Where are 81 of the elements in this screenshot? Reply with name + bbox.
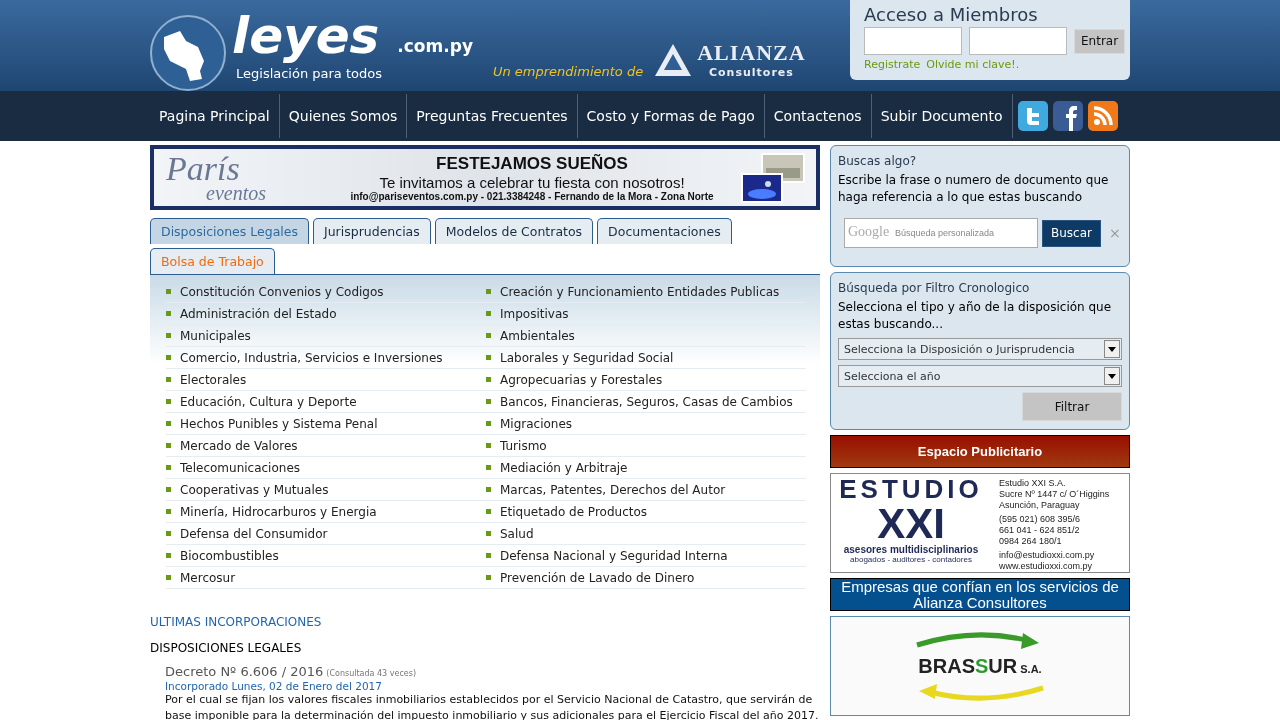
category-tab[interactable]: Disposiciones Legales bbox=[150, 218, 309, 244]
category-link[interactable]: Constitución Convenios y Codigos bbox=[166, 281, 486, 303]
category-link[interactable]: Mercado de Valores bbox=[166, 435, 486, 457]
document-title[interactable]: Decreto Nº 6.606 / 2016 bbox=[165, 664, 324, 679]
nav-link[interactable]: Pagina Principal bbox=[150, 94, 280, 138]
login-title: Acceso a Miembros bbox=[864, 4, 1039, 25]
category-tab[interactable]: Jurisprudencias bbox=[313, 218, 431, 244]
category-link[interactable]: Prevención de Lavado de Dinero bbox=[486, 567, 806, 589]
username-field[interactable] bbox=[864, 27, 962, 55]
banner-headline: FESTEJAMOS SUEÑOS bbox=[436, 153, 628, 174]
category-link[interactable]: Etiquetado de Productos bbox=[486, 501, 806, 523]
nav-link[interactable]: Costo y Formas de Pago bbox=[577, 94, 765, 138]
category-link[interactable]: Defensa Nacional y Seguridad Interna bbox=[486, 545, 806, 567]
ad-slogan: asesores multidisciplinarios bbox=[843, 544, 979, 555]
panel-text: Selecciona el tipo y año de la disposición que estas buscando... bbox=[838, 299, 1113, 333]
latest-section: DISPOSICIONES LEGALES bbox=[150, 641, 820, 655]
category-tab[interactable]: Modelos de Contratos bbox=[434, 218, 594, 244]
site-domain: .com.py bbox=[397, 36, 473, 56]
category-link[interactable]: Impositivas bbox=[486, 303, 806, 325]
document-date: Incorporado Lunes, 02 de Enero del 2017 bbox=[165, 680, 383, 692]
ad-brand-big: XXI bbox=[877, 504, 945, 544]
category-link[interactable]: Minería, Hidrocarburos y Energia bbox=[166, 501, 486, 523]
category-link[interactable]: Administración del Estado bbox=[166, 303, 486, 325]
partner-logo-name: ALIANZA bbox=[697, 40, 806, 66]
category-link[interactable]: Turismo bbox=[486, 435, 806, 457]
bird-icon[interactable] bbox=[1017, 101, 1048, 131]
category-link[interactable]: Agropecuarias y Forestales bbox=[486, 369, 806, 391]
banner-text: Te invitamos a celebrar tu fiesta con nosotros! bbox=[379, 173, 685, 191]
ad-address: Estudio XXI S.A. Sucre Nº 1447 c/ O´Higgins Asunción, Paraguay bbox=[999, 478, 1110, 511]
ad-phones: (595 021) 608 395/6 661 041 - 624 851/2 0984 264 180/1 bbox=[999, 514, 1082, 547]
ad-contact: info@estudioxxi.com.py www.estudioxxi.com.py bbox=[999, 550, 1096, 572]
nav-link[interactable]: Subir Documento bbox=[871, 94, 1013, 138]
category-link[interactable]: Defensa del Consumidor bbox=[166, 523, 486, 545]
site-logo: leyes bbox=[232, 6, 381, 66]
panel-text: Escribe la frase o numero de documento que haga referencia a lo que estas buscando bbox=[838, 172, 1110, 206]
ad-slogan-sub: abogados - auditores - contadores bbox=[850, 555, 972, 564]
category-link[interactable]: Migraciones bbox=[486, 413, 806, 435]
select-field[interactable]: Selecciona el año bbox=[838, 365, 1122, 387]
nav-link[interactable]: Preguntas Frecuentes bbox=[407, 94, 578, 138]
password-field[interactable] bbox=[969, 27, 1067, 55]
category-link[interactable]: Electorales bbox=[166, 369, 486, 391]
category-link[interactable]: Hechos Punibles y Sistema Penal bbox=[166, 413, 486, 435]
rss-icon[interactable] bbox=[1087, 101, 1118, 131]
select-field[interactable]: Selecciona la Disposición o Jurisprudencia bbox=[838, 338, 1122, 360]
category-link[interactable]: Ambientales bbox=[486, 325, 806, 347]
category-link[interactable]: Biocombustibles bbox=[166, 545, 486, 567]
login-button[interactable]: Entrar bbox=[1074, 28, 1126, 54]
category-link[interactable]: Telecomunicaciones bbox=[166, 457, 486, 479]
view-count: (Consultada 43 veces) bbox=[326, 669, 416, 678]
partner-logo-sub: Consultores bbox=[708, 66, 794, 79]
filter-button[interactable]: Filtrar bbox=[1022, 392, 1122, 421]
search-button[interactable]: Buscar bbox=[1042, 219, 1101, 247]
nav-link[interactable]: Contactenos bbox=[764, 94, 872, 138]
latest-heading: ULTIMAS INCORPORACIONES bbox=[150, 615, 323, 629]
banner-contact: info@pariseventos.com.py - 021.3384248 - Fernando de la Mora - Zona Norte bbox=[350, 190, 714, 202]
category-link[interactable]: Laborales y Seguridad Social bbox=[486, 347, 806, 369]
nav-link[interactable]: Quienes Somos bbox=[279, 94, 408, 138]
ad-brand: ESTUDIO bbox=[839, 474, 983, 504]
globe-logo-icon bbox=[150, 15, 226, 91]
category-link[interactable]: Comercio, Industria, Servicios e Inversiones bbox=[166, 347, 486, 369]
search-brand: Google bbox=[848, 224, 890, 240]
clients-heading: Empresas que confían en los servicios de Alianza Consultores bbox=[830, 578, 1130, 611]
category-link[interactable]: Mediación y Arbitraje bbox=[486, 457, 806, 479]
category-link[interactable]: Cooperativas y Mutuales bbox=[166, 479, 486, 501]
category-link[interactable]: Mercosur bbox=[166, 567, 486, 589]
category-tab[interactable]: Documentaciones bbox=[597, 218, 732, 244]
client-name: BRASSUR S.A. bbox=[918, 654, 1042, 678]
panel-title: Buscas algo? bbox=[838, 154, 918, 168]
category-link[interactable]: Salud bbox=[486, 523, 806, 545]
caret-down-icon bbox=[1108, 346, 1116, 352]
category-link[interactable]: Marcas, Patentes, Derechos del Autor bbox=[486, 479, 806, 501]
site-tagline: Legislación para todos bbox=[236, 66, 383, 81]
ad-heading: Espacio Publicitario bbox=[830, 435, 1130, 468]
facebook-icon[interactable] bbox=[1052, 101, 1083, 131]
category-link[interactable]: Creación y Funcionamiento Entidades Publicas bbox=[486, 281, 806, 303]
panel-title: Búsqueda por Filtro Cronologico bbox=[838, 281, 1031, 295]
category-link[interactable]: Educación, Cultura y Deporte bbox=[166, 391, 486, 413]
category-link[interactable]: Municipales bbox=[166, 325, 486, 347]
partner-caption: Un emprendimiento de bbox=[492, 64, 644, 79]
caret-down-icon bbox=[1108, 373, 1116, 379]
category-link[interactable]: Bancos, Financieras, Seguros, Casas de Cambios bbox=[486, 391, 806, 413]
